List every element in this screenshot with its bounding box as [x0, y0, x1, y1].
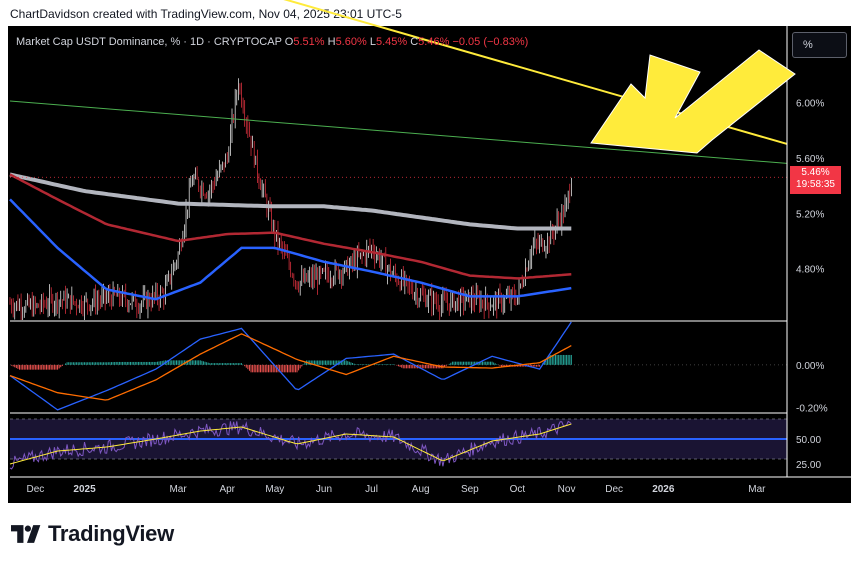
- price-axis-tick: 5.60%: [796, 154, 824, 165]
- time-axis-tick: 2026: [652, 484, 675, 495]
- tradingview-logo-icon: [11, 525, 41, 543]
- time-axis-tick: Dec: [605, 484, 623, 495]
- macd-axis-tick: -0.20%: [796, 404, 828, 415]
- time-axis-tick: Oct: [510, 484, 526, 495]
- price-axis-tick: 4.80%: [796, 265, 824, 276]
- legend-close-value: 5.46%: [418, 36, 450, 48]
- bar-countdown: 19:58:35: [796, 179, 835, 190]
- time-axis-tick: Dec: [26, 484, 44, 495]
- macd-axis-tick: 0.00%: [796, 361, 824, 372]
- tradingview-logo-text: TradingView: [48, 521, 174, 546]
- legend-change: −0.05 (−0.83%): [452, 36, 529, 48]
- percent-scale-button[interactable]: %: [792, 32, 847, 58]
- time-axis-tick: Aug: [412, 484, 430, 495]
- time-axis-tick: May: [265, 484, 284, 495]
- price-axis-tick: 5.20%: [796, 209, 824, 220]
- legend-open-value: 5.51%: [293, 36, 325, 48]
- legend-close-label: C: [410, 36, 419, 48]
- legend-symbol: Market Cap USDT Dominance, % · 1D · CRYP…: [16, 36, 282, 48]
- rsi-axis-tick: 50.00: [796, 435, 821, 446]
- time-axis-tick: Apr: [219, 484, 235, 495]
- price-axis-tick: 6.00%: [796, 98, 824, 109]
- chart-legend: Market Cap USDT Dominance, % · 1D · CRYP…: [16, 36, 528, 48]
- legend-low-value: 5.45%: [375, 36, 408, 48]
- time-axis-tick: Jun: [316, 484, 332, 495]
- ma-gray-line: [9, 172, 572, 231]
- time-axis-tick: Nov: [558, 484, 576, 495]
- time-axis-tick: Sep: [461, 484, 479, 495]
- time-axis-tick: Jul: [365, 484, 378, 495]
- time-axis-tick: 2025: [73, 484, 96, 495]
- legend-high-value: 5.60%: [335, 36, 367, 48]
- last-price-badge: 5.46% 19:58:35: [790, 166, 841, 194]
- rsi-axis-tick: 25.00: [796, 460, 821, 471]
- time-axis-tick: Mar: [748, 484, 766, 495]
- last-price-value: 5.46%: [801, 167, 830, 178]
- tradingview-logo: TradingView: [11, 521, 174, 547]
- chart-canvas[interactable]: 6.00% 5.60% 5.20% 4.80% 0.00% -0.20% 50.00 25.0…: [0, 0, 860, 563]
- price-candles: [9, 78, 572, 320]
- time-axis-tick: Mar: [169, 484, 187, 495]
- legend-high-label: H: [327, 36, 336, 48]
- ma-blue-line: [9, 198, 572, 301]
- macd-pane: [9, 321, 787, 411]
- rsi-pane: [9, 418, 787, 470]
